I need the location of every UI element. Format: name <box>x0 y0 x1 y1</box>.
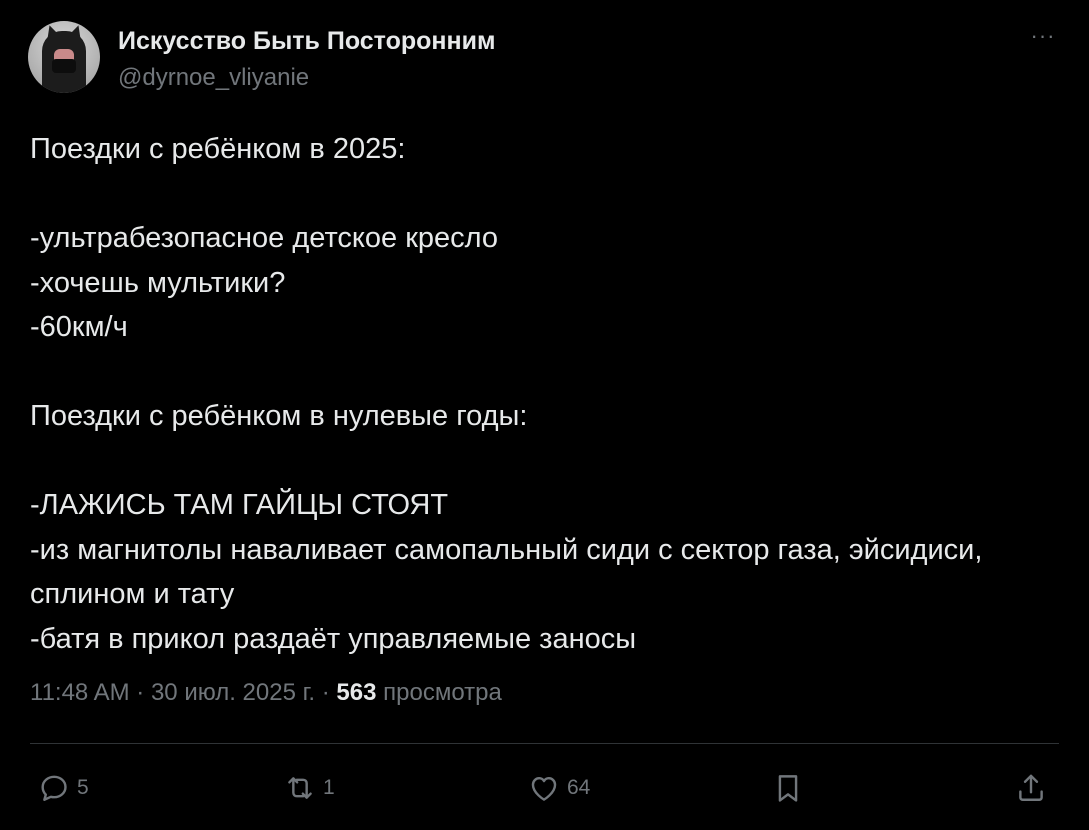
tweet-text-line: Поездки с ребёнком в нулевые годы: <box>30 400 528 432</box>
retweet-icon <box>283 771 317 805</box>
avatar-mask <box>52 59 76 73</box>
heart-icon <box>527 771 561 805</box>
tweet-text-line: -из магнитолы наваливает самопальный сид… <box>30 533 983 566</box>
meta-separator: · <box>129 679 151 706</box>
author-display-name[interactable]: Искусство Быть Посторонним <box>118 27 495 56</box>
tweet-text-line: -хочешь мультики? <box>30 266 286 299</box>
tweet-text-line: -60км/ч <box>30 311 128 343</box>
author-handle[interactable]: @dyrnoe_vliyanie <box>118 64 309 92</box>
tweet-text-line: сплином и тату <box>30 578 235 610</box>
reply-button[interactable]: 5 <box>37 770 89 806</box>
tweet-text-line: Поездки с ребёнком в 2025: <box>30 133 406 165</box>
share-icon <box>1014 771 1048 805</box>
bookmark-button[interactable] <box>771 770 805 806</box>
tweet-text-line: -ЛАЖИСЬ ТАМ ГАЙЦЫ СТОЯТ <box>30 489 449 521</box>
tweet-date[interactable]: 30 июл. 2025 г. <box>151 679 315 706</box>
meta-separator: · <box>315 679 337 706</box>
retweet-button[interactable]: 1 <box>283 770 335 806</box>
tweet-text-line: -ультрабезопасное детское кресло <box>30 222 499 254</box>
tweet: Искусство Быть Посторонним @dyrnoe_vliya… <box>0 0 1089 830</box>
tweet-text: Поездки с ребёнком в 2025: -ультрабезопа… <box>30 127 1060 661</box>
tweet-time[interactable]: 11:48 AM <box>30 679 130 706</box>
more-horizontal-icon[interactable]: ··· <box>1028 25 1058 47</box>
views-label: просмотра <box>383 679 502 706</box>
bookmark-icon <box>771 771 805 805</box>
divider <box>30 743 1059 744</box>
avatar[interactable] <box>28 21 100 93</box>
retweet-count: 1 <box>323 776 335 799</box>
like-button[interactable]: 64 <box>527 770 590 806</box>
tweet-text-line <box>30 350 1060 395</box>
reply-icon <box>37 771 71 805</box>
share-button[interactable] <box>1014 770 1048 806</box>
like-count: 64 <box>567 776 591 799</box>
tweet-text-line <box>30 439 1060 484</box>
tweet-text-line <box>30 172 1060 217</box>
tweet-meta: 11:48 AM · 30 июл. 2025 г. · 563 просмот… <box>30 679 502 707</box>
views-count: 563 <box>336 679 377 706</box>
reply-count: 5 <box>77 776 89 799</box>
tweet-text-line: -батя в прикол раздаёт управляемые занос… <box>30 622 637 655</box>
